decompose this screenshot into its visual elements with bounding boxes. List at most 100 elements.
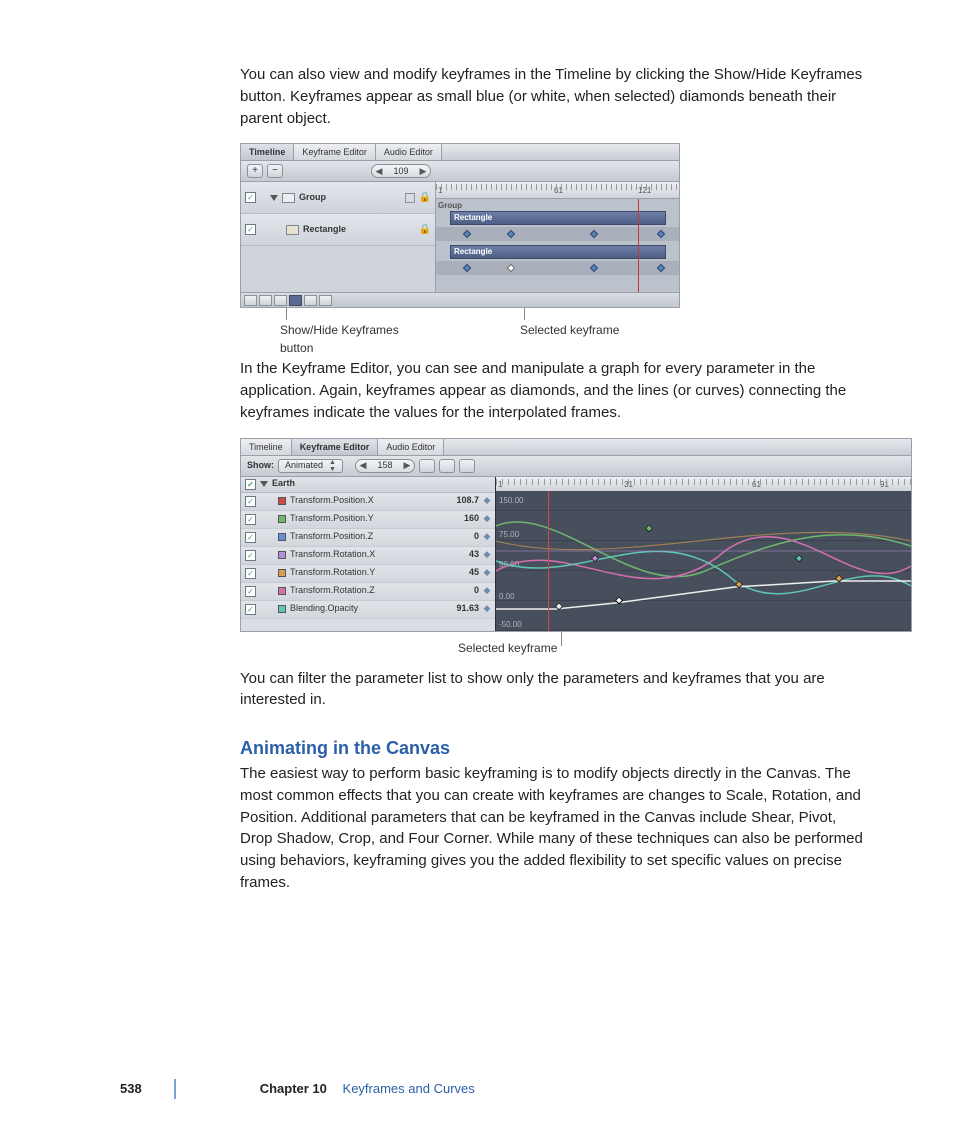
keyframe-diamond[interactable] <box>463 264 471 272</box>
bottom-toggle[interactable] <box>304 295 317 306</box>
color-swatch-icon <box>278 569 286 577</box>
disclosure-triangle-icon[interactable] <box>260 481 268 487</box>
layer-name: Group <box>299 191 401 204</box>
bottom-toggle[interactable] <box>259 295 272 306</box>
current-frame-field[interactable]: ◀ 109 ▶ <box>371 164 431 178</box>
preview-icon[interactable] <box>405 193 415 203</box>
parameter-value[interactable]: 45 <box>443 566 479 579</box>
ruler-tick: 121 <box>638 185 651 197</box>
page-footer: 538 Chapter 10 Keyframes and Curves <box>0 1079 954 1099</box>
parameter-value[interactable]: 43 <box>443 548 479 561</box>
keyframe-indicator-icon[interactable]: ◆ <box>483 512 491 525</box>
disclosure-triangle-icon[interactable] <box>270 195 278 201</box>
visibility-checkbox[interactable]: ✓ <box>245 532 256 543</box>
frame-prev-icon[interactable]: ◀ <box>358 459 368 472</box>
visibility-checkbox[interactable]: ✓ <box>245 224 256 235</box>
playhead[interactable] <box>548 491 549 631</box>
parameter-row[interactable]: ✓Blending.Opacity91.63◆ <box>241 601 495 619</box>
parameter-list: ✓ Earth ✓Transform.Position.X108.7◆✓Tran… <box>241 477 496 631</box>
parameter-row[interactable]: ✓Transform.Position.X108.7◆ <box>241 493 495 511</box>
bottom-toggle[interactable] <box>319 295 332 306</box>
select-arrows-icon: ▲▼ <box>329 459 336 473</box>
keyframe-diamond[interactable] <box>657 264 665 272</box>
snapshot-button[interactable] <box>459 459 475 473</box>
visibility-checkbox[interactable]: ✓ <box>245 550 256 561</box>
parameter-value[interactable]: 0 <box>443 530 479 543</box>
lock-icon[interactable]: 🔒 <box>419 191 431 206</box>
panel-tabs: Timeline Keyframe Editor Audio Editor <box>241 439 911 456</box>
keyframe-indicator-icon[interactable]: ◆ <box>483 584 491 597</box>
parameter-name: Transform.Position.Z <box>290 530 439 543</box>
bottom-toggle[interactable] <box>244 295 257 306</box>
visibility-checkbox[interactable]: ✓ <box>245 568 256 579</box>
keyframe-indicator-icon[interactable]: ◆ <box>483 530 491 543</box>
parameter-row[interactable]: ✓ Transform.Position.Y 160 ◆ <box>241 511 495 529</box>
remove-button[interactable]: − <box>267 164 283 178</box>
layer-row-rectangle[interactable]: ✓ Rectangle 🔒 <box>241 214 435 246</box>
keyframe-diamond[interactable] <box>590 230 598 238</box>
tool-button[interactable] <box>439 459 455 473</box>
playhead[interactable] <box>638 199 639 292</box>
keyframe-editor-figure: Timeline Keyframe Editor Audio Editor Sh… <box>240 438 864 662</box>
parameter-row[interactable]: ✓Transform.Rotation.Z0◆ <box>241 583 495 601</box>
parameter-row[interactable]: ✓Transform.Rotation.X43◆ <box>241 547 495 565</box>
visibility-checkbox[interactable]: ✓ <box>245 479 256 490</box>
tab-audio-editor[interactable]: Audio Editor <box>376 144 442 160</box>
callout-label: Show/Hide Keyframes button <box>280 322 399 357</box>
time-ruler[interactable]: 1 31 61 91 <box>496 477 911 491</box>
parameter-value[interactable]: 160 <box>443 512 479 525</box>
tab-timeline[interactable]: Timeline <box>241 439 292 455</box>
parameter-value[interactable]: 91.63 <box>443 602 479 615</box>
time-ruler[interactable]: 1 61 121 <box>436 182 679 199</box>
keyframe-diamond[interactable] <box>590 264 598 272</box>
keyframe-diamond[interactable] <box>463 230 471 238</box>
parameter-name: Transform.Position.Y <box>290 512 439 525</box>
tab-keyframe-editor[interactable]: Keyframe Editor <box>294 144 376 160</box>
parameter-row[interactable]: ✓ Transform.Position.Z 0 ◆ <box>241 529 495 547</box>
layer-row-group[interactable]: ✓ Group 🔒 <box>241 182 435 214</box>
clip-rectangle[interactable]: Rectangle <box>450 245 666 259</box>
keyframe-diamond[interactable] <box>657 230 665 238</box>
parameter-row[interactable]: ✓Transform.Rotation.Y45◆ <box>241 565 495 583</box>
keyframe-indicator-icon[interactable]: ◆ <box>483 602 491 615</box>
lock-icon[interactable]: 🔒 <box>419 223 431 238</box>
tool-button[interactable] <box>419 459 435 473</box>
curve-graph[interactable]: 1 31 61 91 150.00 75.00 50.00 0.00 -50.0… <box>496 477 911 631</box>
color-swatch-icon <box>278 533 286 541</box>
bottom-toggle[interactable] <box>274 295 287 306</box>
visibility-checkbox[interactable]: ✓ <box>245 586 256 597</box>
callout-label: Selected keyframe <box>458 632 561 657</box>
keyframe-diamond[interactable] <box>507 230 515 238</box>
parameter-value[interactable]: 108.7 <box>443 494 479 507</box>
show-hide-keyframes-button[interactable] <box>289 295 302 306</box>
ruler-tick: 31 <box>624 479 633 491</box>
show-filter-select[interactable]: Animated ▲▼ <box>278 459 343 473</box>
tab-timeline[interactable]: Timeline <box>241 144 294 160</box>
keyframe-diamond-selected[interactable] <box>507 264 515 272</box>
callout-label: Selected keyframe <box>520 322 619 339</box>
frame-prev-icon[interactable]: ◀ <box>374 165 384 178</box>
frame-value: 109 <box>384 165 418 178</box>
timeline-track-area[interactable]: 1 61 121 Group Rectangle <box>436 182 679 292</box>
tab-audio-editor[interactable]: Audio Editor <box>378 439 444 455</box>
visibility-checkbox[interactable]: ✓ <box>245 514 256 525</box>
frame-next-icon[interactable]: ▶ <box>402 459 412 472</box>
add-button[interactable]: + <box>247 164 263 178</box>
ruler-tick: 1 <box>438 185 442 197</box>
visibility-checkbox[interactable]: ✓ <box>245 604 256 615</box>
panel-tabs: Timeline Keyframe Editor Audio Editor <box>241 144 679 161</box>
clip-rectangle[interactable]: Rectangle <box>450 211 666 225</box>
visibility-checkbox[interactable]: ✓ <box>245 496 256 507</box>
keyframe-indicator-icon[interactable]: ◆ <box>483 494 491 507</box>
keyframe-indicator-icon[interactable]: ◆ <box>483 548 491 561</box>
parameter-value[interactable]: 0 <box>443 584 479 597</box>
current-frame-field[interactable]: ◀ 158 ▶ <box>355 459 415 473</box>
body-paragraph: The easiest way to perform basic keyfram… <box>240 763 864 894</box>
frame-next-icon[interactable]: ▶ <box>418 165 428 178</box>
keyframe-indicator-icon[interactable]: ◆ <box>483 566 491 579</box>
show-filter-value: Animated <box>285 459 323 472</box>
visibility-checkbox[interactable]: ✓ <box>245 192 256 203</box>
color-swatch-icon <box>278 605 286 613</box>
tab-keyframe-editor[interactable]: Keyframe Editor <box>292 439 379 455</box>
object-header[interactable]: ✓ Earth <box>241 477 495 493</box>
